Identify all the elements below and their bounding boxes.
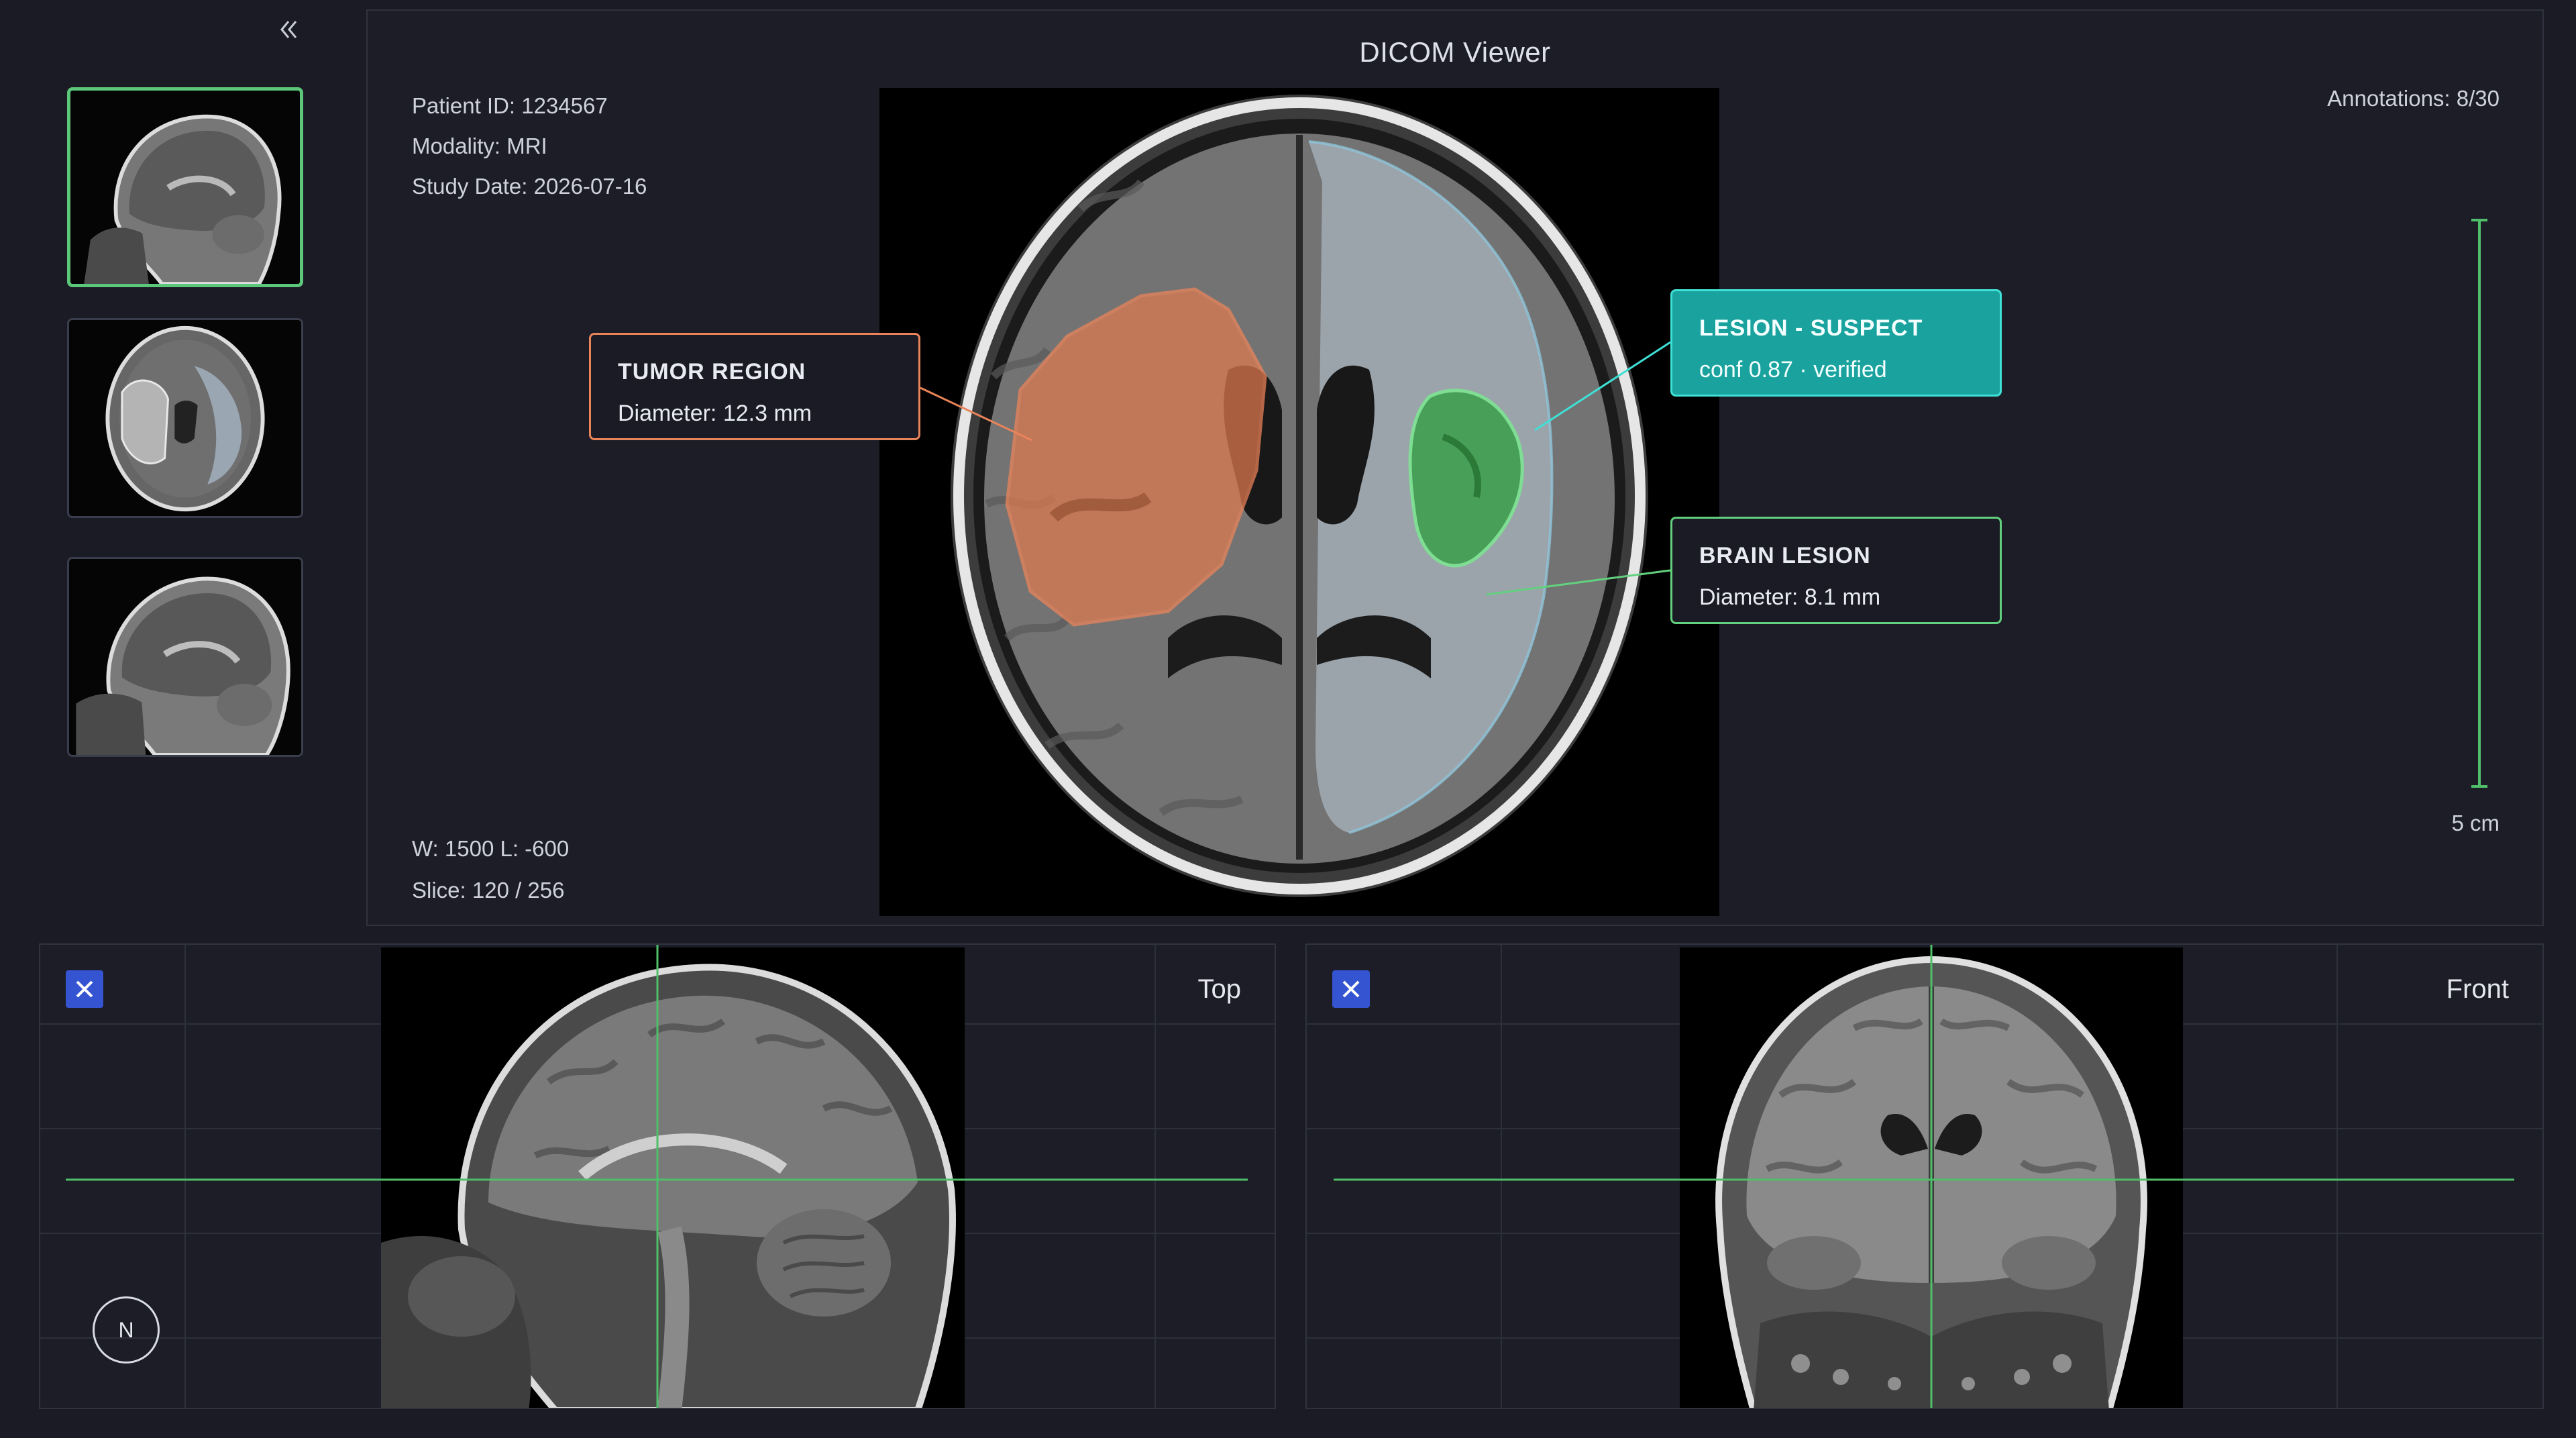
annotation-count: Annotations: 8/30 [2327, 86, 2500, 111]
slice-index: Slice: 120 / 256 [412, 878, 565, 903]
coronal-mri-image[interactable] [1680, 947, 2183, 1408]
callout-lesion-suspect[interactable]: LESION - SUSPECT conf 0.87 · verified [1670, 289, 2002, 397]
series-thumbnail-sagittal-1[interactable] [67, 87, 303, 287]
coronal-viewport[interactable]: Front [1305, 943, 2544, 1409]
callout-title: BRAIN LESION [1699, 543, 1871, 568]
window-level: W: 1500 L: -600 [412, 836, 570, 861]
brain-sagittal-thumbnail [70, 91, 300, 284]
view-orientation-label: Top [1197, 974, 1242, 1004]
callout-title: TUMOR REGION [618, 359, 806, 384]
patient-id: Patient ID: 1234567 [412, 93, 608, 118]
series-thumbnail-axial[interactable] [67, 318, 303, 518]
view-orientation-label: Front [2446, 974, 2509, 1004]
callout-title: LESION - SUSPECT [1699, 315, 1923, 341]
dicom-viewer-app: DICOM Viewer Patient ID: 1234567 Modalit… [0, 0, 2576, 1438]
callout-detail: Diameter: 12.3 mm [618, 401, 812, 426]
callout-detail: conf 0.87 · verified [1699, 357, 1887, 382]
scale-label: 5 cm [2451, 811, 2500, 835]
scale-bar [2471, 219, 2487, 788]
close-panel-button[interactable] [1332, 970, 1370, 1008]
callout-brain-lesion[interactable]: BRAIN LESION Diameter: 8.1 mm [1670, 517, 2002, 624]
compass-north-icon[interactable]: N [93, 1296, 160, 1364]
viewer-title: DICOM Viewer [1359, 36, 1551, 68]
modality: Modality: MRI [412, 134, 547, 158]
study-date: Study Date: 2026-07-16 [412, 174, 647, 199]
sagittal-mri-image[interactable] [381, 947, 965, 1408]
series-thumbnail-sagittal-2[interactable] [67, 557, 303, 757]
close-icon [1342, 980, 1360, 998]
patient-metadata: Patient ID: 1234567 Modality: MRI Study … [412, 86, 647, 207]
sagittal-viewport[interactable]: Top N [39, 943, 1276, 1409]
axial-mri-image[interactable] [879, 88, 1719, 916]
collapse-sidebar-icon[interactable] [267, 11, 310, 48]
close-panel-button[interactable] [66, 970, 103, 1008]
brain-axial-thumbnail [69, 320, 301, 516]
callout-detail: Diameter: 8.1 mm [1699, 584, 1881, 610]
main-axial-viewport[interactable]: DICOM Viewer Patient ID: 1234567 Modalit… [366, 9, 2544, 926]
callout-tumor-region[interactable]: TUMOR REGION Diameter: 12.3 mm [589, 333, 920, 440]
brain-sagittal-thumbnail [69, 559, 301, 755]
close-icon [76, 980, 93, 998]
image-parameters: W: 1500 L: -600 Slice: 120 / 256 [412, 828, 569, 911]
